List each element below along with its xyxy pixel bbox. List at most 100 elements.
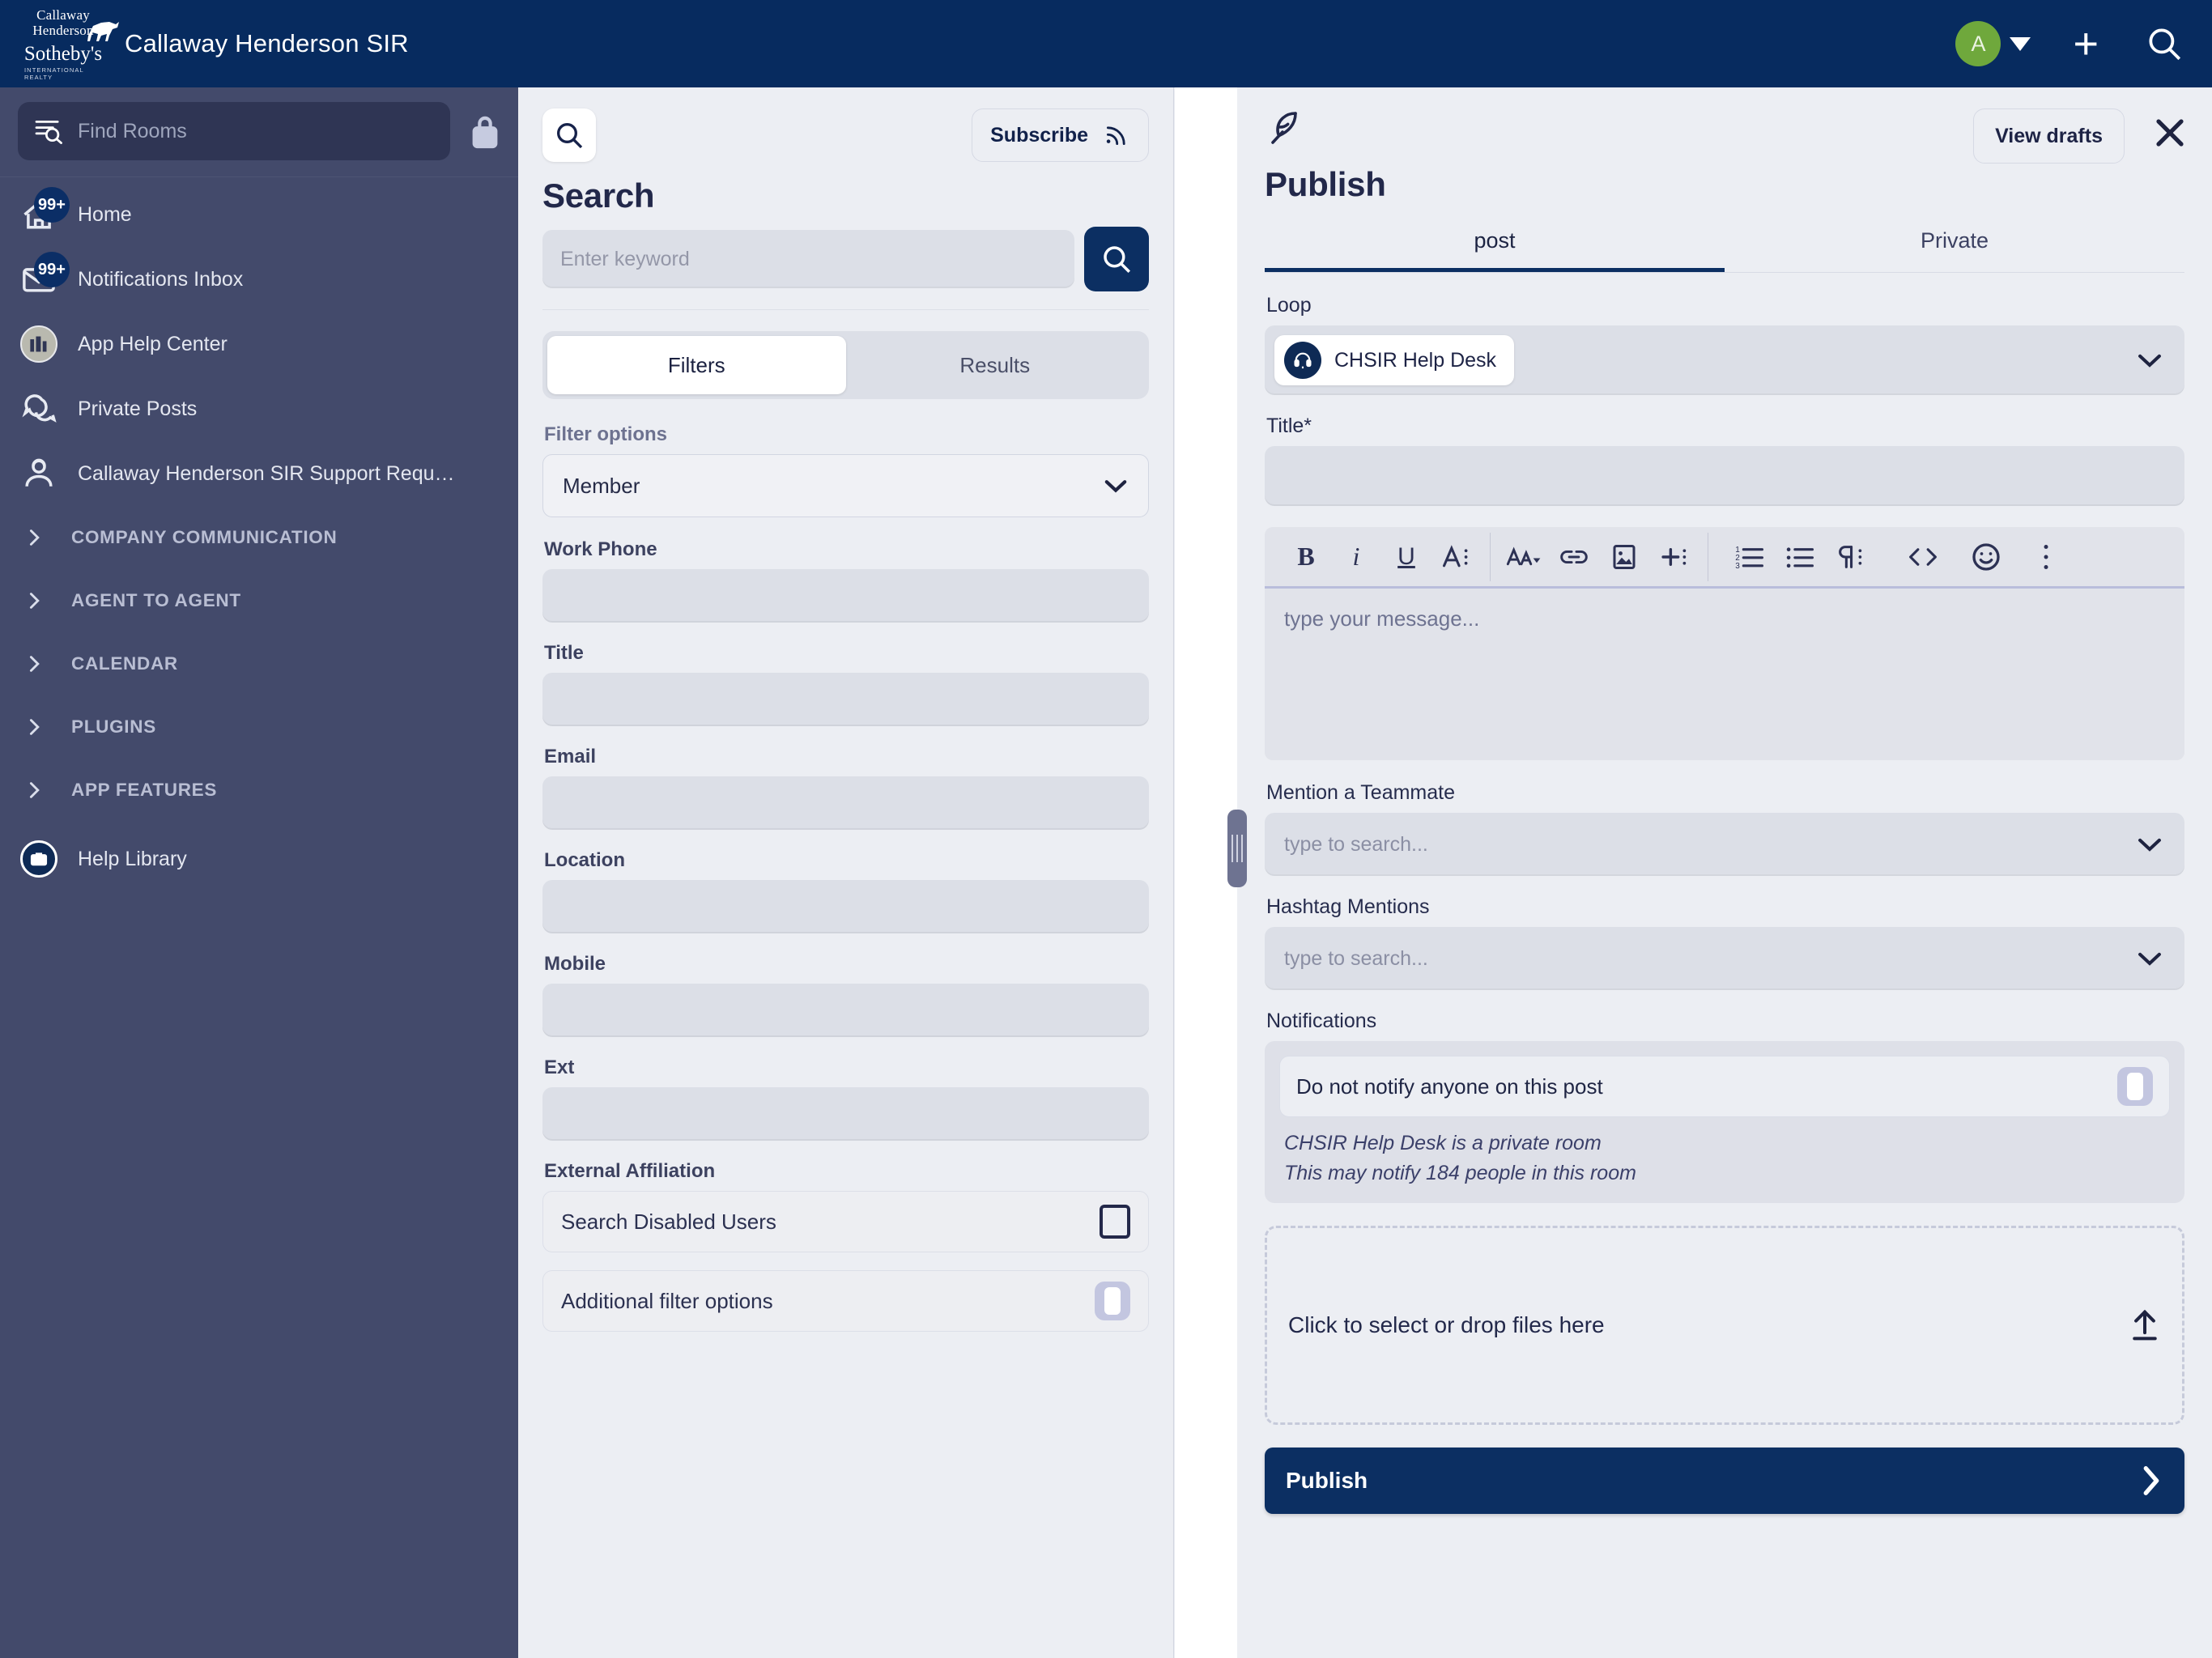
find-rooms-placeholder: Find Rooms <box>78 119 187 142</box>
app-title: Callaway Henderson SIR <box>125 29 409 57</box>
ordered-list-icon[interactable]: 123 <box>1725 532 1775 582</box>
sidebar-section-agent-to-agent[interactable]: AGENT TO AGENT <box>0 569 518 632</box>
subscribe-label: Subscribe <box>990 123 1088 147</box>
hashtag-mentions-select[interactable]: type to search... <box>1265 927 2184 990</box>
divider <box>542 309 1149 310</box>
search-icon[interactable] <box>542 108 596 162</box>
tab-filters[interactable]: Filters <box>547 336 846 394</box>
loop-label: Loop <box>1266 294 1312 317</box>
sidebar-section-label: AGENT TO AGENT <box>71 590 241 610</box>
sidebar-item-notifications-inbox[interactable]: 99+ Notifications Inbox <box>0 247 518 312</box>
filter-options-value: Member <box>563 473 640 498</box>
panel-resize-handle[interactable] <box>1227 810 1247 887</box>
tab-results[interactable]: Results <box>846 336 1145 394</box>
image-icon[interactable] <box>1599 532 1649 582</box>
people-notify-note: This may notify 184 people in this room <box>1284 1162 1636 1184</box>
emoji-icon[interactable] <box>1961 532 2011 582</box>
ext-input[interactable] <box>542 1087 1149 1141</box>
external-affiliation-label: External Affiliation <box>544 1160 716 1182</box>
work-phone-input[interactable] <box>542 569 1149 623</box>
text-style-icon[interactable] <box>1431 532 1482 582</box>
filter-options-select[interactable]: Member <box>542 454 1149 517</box>
search-row <box>542 227 1149 291</box>
sidebar-item-label: App Help Center <box>78 332 228 355</box>
dropzone-label: Click to select or drop files here <box>1288 1312 1605 1337</box>
chevron-right-icon <box>29 529 40 546</box>
horse-icon <box>87 22 119 41</box>
bullet-list-icon[interactable] <box>1775 532 1825 582</box>
email-input[interactable] <box>542 776 1149 830</box>
bold-icon[interactable]: B <box>1281 532 1331 582</box>
account-menu[interactable]: A <box>1955 21 2031 66</box>
chevron-down-icon <box>2138 952 2161 966</box>
insert-icon[interactable] <box>1649 532 1699 582</box>
additional-filter-options-row[interactable]: Additional filter options <box>542 1270 1149 1332</box>
hashtag-placeholder: type to search... <box>1284 946 1428 970</box>
view-drafts-button[interactable]: View drafts <box>1973 108 2125 164</box>
close-icon[interactable] <box>2150 113 2189 152</box>
paragraph-icon[interactable] <box>1825 532 1875 582</box>
chevron-down-icon[interactable] <box>2010 36 2031 51</box>
hashtag-label: Hashtag Mentions <box>1266 895 1430 918</box>
search-tabs: Filters Results <box>542 331 1149 399</box>
sidebar-item-support-request[interactable]: Callaway Henderson SIR Support Requ… <box>0 441 518 506</box>
do-not-notify-toggle[interactable] <box>2117 1067 2153 1106</box>
additional-filter-options-toggle[interactable] <box>1095 1282 1130 1320</box>
sidebar-divider <box>0 176 518 177</box>
sidebar-item-label: Notifications Inbox <box>78 267 244 291</box>
sidebar-item-app-help-center[interactable]: App Help Center <box>0 312 518 376</box>
post-title-input[interactable] <box>1265 446 2184 506</box>
sidebar-section-app-features[interactable]: APP FEATURES <box>0 759 518 822</box>
loop-chip[interactable]: CHSIR Help Desk <box>1274 335 1515 385</box>
title-label: Title <box>544 642 584 664</box>
sidebar-section-calendar[interactable]: CALENDAR <box>0 632 518 695</box>
publish-button[interactable]: Publish <box>1265 1448 2184 1514</box>
search-icon[interactable] <box>2144 23 2184 64</box>
publish-tabs: post Private <box>1265 228 2184 273</box>
lock-icon[interactable] <box>470 113 500 150</box>
top-app-bar: Callaway Henderson Sotheby's INTERNATION… <box>0 0 2212 87</box>
email-label: Email <box>544 746 597 767</box>
location-input[interactable] <box>542 880 1149 933</box>
sidebar-item-help-library[interactable]: Help Library <box>0 827 518 891</box>
title-input[interactable] <box>542 673 1149 726</box>
plus-icon[interactable]: + <box>2073 22 2099 66</box>
filter-options-label: Filter options <box>544 423 667 445</box>
sidebar-item-private-posts[interactable]: Private Posts <box>0 376 518 441</box>
sidebar-item-home[interactable]: 99+ Home <box>0 182 518 247</box>
search-disabled-users-row[interactable]: Search Disabled Users <box>542 1191 1149 1252</box>
subscribe-button[interactable]: Subscribe <box>972 108 1149 162</box>
sidebar-item-label: Callaway Henderson SIR Support Requ… <box>78 461 455 485</box>
title-label: Title* <box>1266 414 1312 437</box>
page-title: Search <box>542 176 655 215</box>
search-input[interactable] <box>542 230 1074 288</box>
mention-teammate-select[interactable]: type to search... <box>1265 813 2184 876</box>
underline-icon[interactable]: U <box>1381 532 1431 582</box>
brand-logo-line1: Callaway <box>36 6 90 23</box>
sidebar-section-company-communication[interactable]: COMPANY COMMUNICATION <box>0 506 518 569</box>
italic-icon[interactable]: i <box>1331 532 1381 582</box>
ext-label: Ext <box>544 1056 575 1078</box>
sidebar-section-plugins[interactable]: PLUGINS <box>0 695 518 759</box>
loop-select[interactable]: CHSIR Help Desk <box>1265 325 2184 395</box>
publish-form: Loop CHSIR Help Desk Title* B i U 1 2 3 … <box>1237 273 2212 1514</box>
do-not-notify-row[interactable]: Do not notify anyone on this post <box>1279 1056 2170 1117</box>
link-icon[interactable] <box>1549 532 1599 582</box>
tab-private[interactable]: Private <box>1725 228 2184 272</box>
avatar[interactable]: A <box>1955 21 2001 66</box>
file-dropzone[interactable]: Click to select or drop files here <box>1265 1226 2184 1425</box>
chevron-right-icon <box>2143 1466 2159 1495</box>
more-options-icon[interactable] <box>2021 532 2071 582</box>
chevron-down-icon <box>1104 480 1127 493</box>
message-editor[interactable]: type your message... <box>1265 589 2184 760</box>
font-size-icon[interactable] <box>1499 532 1549 582</box>
tab-post[interactable]: post <box>1265 228 1725 272</box>
mobile-input[interactable] <box>542 984 1149 1037</box>
sidebar-item-label: Private Posts <box>78 397 198 420</box>
find-rooms-input[interactable]: Find Rooms <box>18 102 450 160</box>
code-icon[interactable] <box>1898 532 1948 582</box>
notifications-label: Notifications <box>1266 1010 1377 1032</box>
search-submit-button[interactable] <box>1084 227 1149 291</box>
notifications-box: Do not notify anyone on this post CHSIR … <box>1265 1041 2184 1203</box>
search-disabled-users-checkbox[interactable] <box>1100 1205 1130 1239</box>
